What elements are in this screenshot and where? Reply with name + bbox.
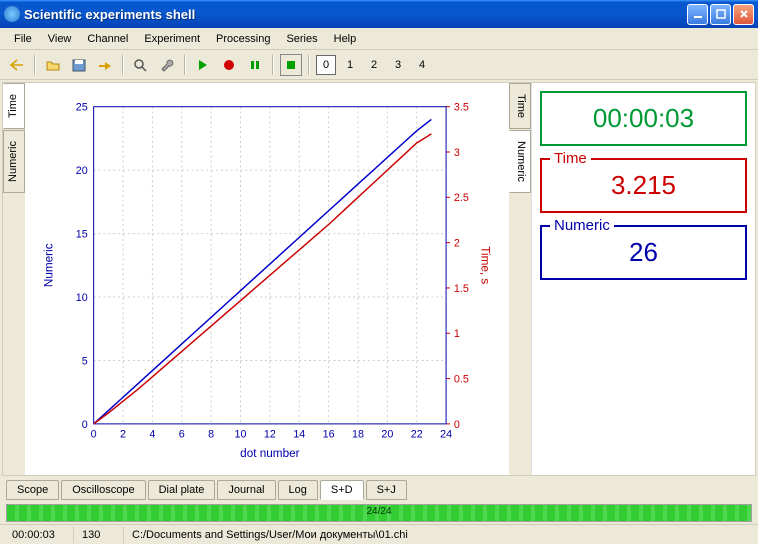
menu-experiment[interactable]: Experiment <box>136 30 208 48</box>
tab-sd[interactable]: S+D <box>320 480 364 500</box>
menu-series[interactable]: Series <box>278 30 325 48</box>
menu-file[interactable]: File <box>6 30 40 48</box>
chart-canvas: 024681012141618202224051015202500.511.52… <box>33 93 495 465</box>
left-tabs: Time Numeric <box>3 83 25 475</box>
back-button[interactable] <box>6 54 28 76</box>
svg-text:0: 0 <box>454 419 460 431</box>
svg-text:16: 16 <box>323 429 335 441</box>
svg-text:14: 14 <box>293 429 305 441</box>
toolbar: 0 1 2 3 4 <box>0 50 758 80</box>
readout-panels: 00:00:03 Time 3.215 Numeric 26 <box>531 83 755 475</box>
svg-text:Time, s: Time, s <box>478 246 491 284</box>
chart[interactable]: 024681012141618202224051015202500.511.52… <box>25 83 509 475</box>
status-time: 00:00:03 <box>4 527 74 543</box>
time-label: Time <box>550 150 591 167</box>
svg-text:1.5: 1.5 <box>454 283 469 295</box>
tab-dialplate[interactable]: Dial plate <box>148 480 216 500</box>
tab-log[interactable]: Log <box>278 480 318 500</box>
tool-button[interactable] <box>156 54 178 76</box>
menu-processing[interactable]: Processing <box>208 30 278 48</box>
svg-text:2: 2 <box>454 238 460 250</box>
status-path: C:/Documents and Settings/User/Мои докум… <box>124 527 754 543</box>
statusbar: 00:00:03 130 C:/Documents and Settings/U… <box>0 524 758 544</box>
status-count: 130 <box>74 527 124 543</box>
svg-text:dot number: dot number <box>240 447 299 460</box>
svg-text:10: 10 <box>235 429 247 441</box>
progress-bar: 24/24 <box>6 504 752 522</box>
svg-text:Numeric: Numeric <box>43 243 56 287</box>
svg-text:12: 12 <box>264 429 276 441</box>
svg-text:20: 20 <box>76 165 88 177</box>
play-button[interactable] <box>192 54 214 76</box>
svg-text:22: 22 <box>411 429 423 441</box>
svg-text:3.5: 3.5 <box>454 102 469 114</box>
svg-text:1: 1 <box>454 328 460 340</box>
stop-button[interactable] <box>280 54 302 76</box>
right-tab-time[interactable]: Time <box>509 83 531 129</box>
svg-text:0.5: 0.5 <box>454 373 469 385</box>
svg-text:4: 4 <box>149 429 155 441</box>
numeric-label: Numeric <box>550 217 614 234</box>
svg-text:8: 8 <box>208 429 214 441</box>
left-tab-time[interactable]: Time <box>3 83 25 129</box>
svg-text:20: 20 <box>381 429 393 441</box>
separator <box>34 55 36 75</box>
separator <box>122 55 124 75</box>
clock-value: 00:00:03 <box>550 97 737 136</box>
svg-text:15: 15 <box>76 228 88 240</box>
close-button[interactable] <box>733 4 754 25</box>
tab-sj[interactable]: S+J <box>366 480 407 500</box>
svg-text:2.5: 2.5 <box>454 192 469 204</box>
export-button[interactable] <box>94 54 116 76</box>
record-button[interactable] <box>218 54 240 76</box>
svg-text:6: 6 <box>179 429 185 441</box>
maximize-button[interactable] <box>710 4 731 25</box>
tab-scope[interactable]: Scope <box>6 480 59 500</box>
menu-help[interactable]: Help <box>326 30 365 48</box>
tab-oscilloscope[interactable]: Oscilloscope <box>61 480 145 500</box>
right-tab-numeric[interactable]: Numeric <box>509 130 531 193</box>
svg-text:18: 18 <box>352 429 364 441</box>
save-button[interactable] <box>68 54 90 76</box>
right-tabs: Time Numeric <box>509 83 531 475</box>
separator <box>184 55 186 75</box>
preset-4[interactable]: 4 <box>412 55 432 75</box>
menu-channel[interactable]: Channel <box>79 30 136 48</box>
left-tab-numeric[interactable]: Numeric <box>3 130 25 193</box>
main-area: Time Numeric 024681012141618202224051015… <box>2 82 756 476</box>
numeric-value: 26 <box>550 231 737 270</box>
zoom-button[interactable] <box>130 54 152 76</box>
separator <box>272 55 274 75</box>
progress-text: 24/24 <box>366 506 391 517</box>
svg-text:2: 2 <box>120 429 126 441</box>
bottom-tabs: Scope Oscilloscope Dial plate Journal Lo… <box>0 478 758 502</box>
preset-0[interactable]: 0 <box>316 55 336 75</box>
svg-text:10: 10 <box>76 292 88 304</box>
svg-text:5: 5 <box>82 355 88 367</box>
tab-journal[interactable]: Journal <box>217 480 275 500</box>
app-icon <box>4 6 20 22</box>
svg-text:25: 25 <box>76 102 88 114</box>
svg-text:3: 3 <box>454 147 460 159</box>
svg-text:24: 24 <box>440 429 452 441</box>
svg-text:0: 0 <box>82 419 88 431</box>
titlebar: Scientific experiments shell <box>0 0 758 28</box>
open-button[interactable] <box>42 54 64 76</box>
menubar: File View Channel Experiment Processing … <box>0 28 758 50</box>
pause-button[interactable] <box>244 54 266 76</box>
svg-text:0: 0 <box>91 429 97 441</box>
time-panel: Time 3.215 <box>540 158 747 213</box>
minimize-button[interactable] <box>687 4 708 25</box>
numeric-panel: Numeric 26 <box>540 225 747 280</box>
separator <box>308 55 310 75</box>
window-title: Scientific experiments shell <box>24 7 685 22</box>
clock-panel: 00:00:03 <box>540 91 747 146</box>
menu-view[interactable]: View <box>40 30 80 48</box>
preset-1[interactable]: 1 <box>340 55 360 75</box>
time-value: 3.215 <box>550 164 737 203</box>
preset-3[interactable]: 3 <box>388 55 408 75</box>
preset-2[interactable]: 2 <box>364 55 384 75</box>
